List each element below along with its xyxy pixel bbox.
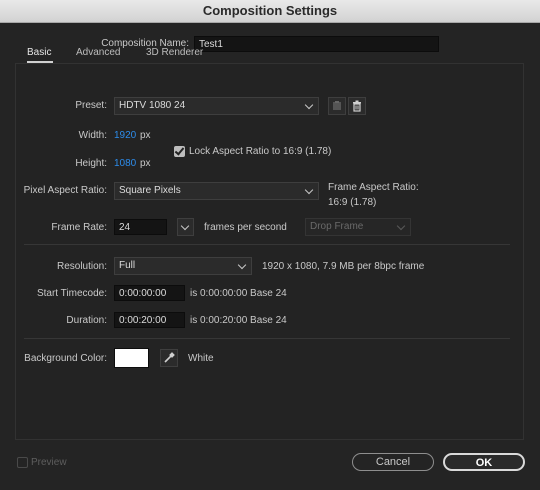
lock-aspect-label: Lock Aspect Ratio to 16:9 (1.78): [189, 146, 332, 157]
drop-frame-value: Drop Frame: [310, 221, 364, 232]
frame-rate-label: Frame Rate:: [51, 222, 107, 233]
height-unit: px: [140, 158, 151, 169]
trash-icon: [353, 100, 361, 112]
save-preset-button[interactable]: [328, 97, 346, 115]
start-timecode-info: is 0:00:00:00 Base 24: [190, 288, 287, 299]
resolution-label: Resolution:: [56, 261, 107, 272]
background-color-name: White: [188, 353, 214, 364]
tab-basic[interactable]: Basic: [27, 47, 51, 58]
ok-button[interactable]: OK: [443, 453, 525, 471]
preview-checkbox[interactable]: [17, 457, 28, 468]
window-title: Composition Settings: [0, 0, 540, 23]
chevron-down-icon: [180, 221, 190, 231]
lock-aspect-checkbox[interactable]: [174, 145, 185, 157]
resolution-info: 1920 x 1080, 7.9 MB per 8bpc frame: [262, 261, 425, 272]
frame-aspect-value: 16:9 (1.78): [328, 197, 377, 208]
eyedropper-icon: [164, 352, 175, 363]
chevron-down-icon: [304, 185, 314, 195]
pixel-aspect-dropdown[interactable]: Square Pixels: [114, 182, 319, 200]
delete-preset-button[interactable]: [348, 97, 366, 115]
settings-panel: [15, 63, 524, 440]
frame-rate-dropdown[interactable]: [177, 218, 194, 236]
start-timecode-input[interactable]: 0:00:00:00: [114, 285, 185, 301]
background-color-swatch[interactable]: [114, 348, 149, 368]
tab-advanced[interactable]: Advanced: [76, 47, 120, 58]
resolution-dropdown[interactable]: Full: [114, 257, 252, 275]
width-label: Width:: [78, 130, 107, 141]
preset-label: Preset:: [75, 100, 107, 111]
chevron-down-icon: [304, 100, 314, 110]
composition-name-input[interactable]: Test1: [194, 36, 439, 52]
preview-label: Preview: [31, 457, 67, 468]
frame-aspect-label: Frame Aspect Ratio:: [328, 182, 419, 193]
chevron-down-icon: [396, 221, 406, 231]
pixel-aspect-value: Square Pixels: [119, 185, 181, 196]
save-preset-icon: [333, 101, 341, 110]
drop-frame-dropdown[interactable]: Drop Frame: [305, 218, 411, 236]
height-value[interactable]: 1080: [114, 158, 136, 169]
tab-3d-renderer[interactable]: 3D Renderer: [146, 47, 203, 58]
eyedropper-button[interactable]: [160, 349, 178, 367]
cancel-button[interactable]: Cancel: [352, 453, 434, 471]
checkmark-icon: [174, 145, 185, 156]
start-timecode-label: Start Timecode:: [36, 288, 107, 299]
frame-rate-unit: frames per second: [204, 222, 287, 233]
duration-input[interactable]: 0:00:20:00: [114, 312, 185, 328]
duration-info: is 0:00:20:00 Base 24: [190, 315, 287, 326]
pixel-aspect-label: Pixel Aspect Ratio:: [23, 185, 107, 196]
chevron-down-icon: [237, 260, 247, 270]
background-color-label: Background Color:: [24, 353, 107, 364]
resolution-value: Full: [119, 260, 136, 271]
width-value[interactable]: 1920: [114, 130, 136, 141]
preset-dropdown[interactable]: HDTV 1080 24: [114, 97, 319, 115]
preset-value: HDTV 1080 24: [119, 100, 186, 111]
divider: [24, 244, 510, 245]
frame-rate-input[interactable]: 24: [114, 219, 167, 235]
divider: [24, 338, 510, 339]
width-unit: px: [140, 130, 151, 141]
height-label: Height:: [75, 158, 107, 169]
duration-label: Duration:: [66, 315, 107, 326]
